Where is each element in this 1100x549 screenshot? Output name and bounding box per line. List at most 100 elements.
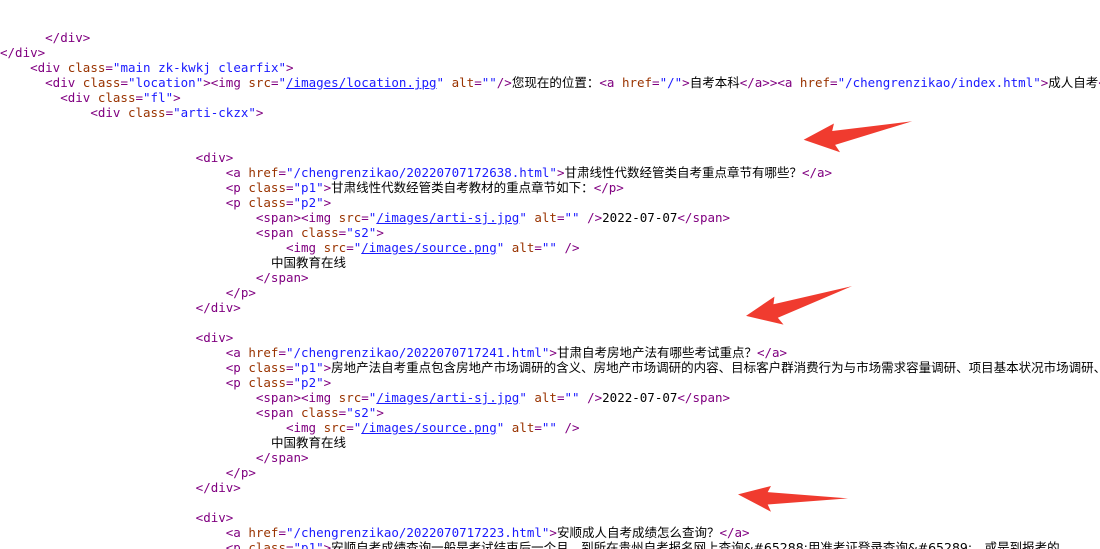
syntax-value: "" (541, 240, 557, 255)
code-line: <div> (0, 150, 1100, 165)
code-line: <div class="fl"> (0, 90, 1100, 105)
syntax-tag: <div> (195, 150, 234, 165)
syntax-value: "location" (127, 75, 204, 90)
syntax-value: "s2" (346, 405, 377, 420)
syntax-attribute: class (82, 75, 121, 90)
syntax-tag: </a> (739, 75, 770, 90)
code-line: <div class="arti-ckzx"> (0, 105, 1100, 120)
syntax-tag: </span> (677, 390, 731, 405)
syntax-equals: = (286, 360, 294, 375)
syntax-tag: <p (225, 375, 249, 390)
code-line: <p class="p1">甘肃线性代数经管类自考教材的重点章节如下：</p> (0, 180, 1100, 195)
syntax-attribute: href (621, 75, 653, 90)
syntax-text (557, 240, 565, 255)
syntax-equals: = (361, 390, 369, 405)
syntax-text: 成人自考 (1048, 75, 1099, 90)
code-line: </span> (0, 450, 1100, 465)
syntax-tag: /> (587, 210, 603, 225)
syntax-tag: > (376, 225, 384, 240)
syntax-tag: <div (90, 105, 128, 120)
code-line: <div class="main zk-kwkj clearfix"> (0, 60, 1100, 75)
syntax-equals: = (534, 420, 542, 435)
syntax-equals: = (286, 375, 294, 390)
source-link[interactable]: /images/source.png (361, 240, 496, 255)
syntax-attribute: src (338, 210, 362, 225)
code-line: <div> (0, 510, 1100, 525)
syntax-text: 中国教育在线 (270, 435, 346, 450)
syntax-tag: /> (587, 390, 603, 405)
syntax-value: "p1" (293, 540, 324, 549)
syntax-equals: = (278, 525, 286, 540)
syntax-text (504, 420, 512, 435)
syntax-tag: </span> (255, 450, 309, 465)
syntax-equals: = (286, 195, 294, 210)
syntax-equals: = (361, 210, 369, 225)
syntax-equals: = (135, 90, 144, 105)
syntax-attribute: class (248, 375, 286, 390)
syntax-equals: = (346, 240, 354, 255)
syntax-text: 房地产法自考重点包含房地产市场调研的含义、房地产市场调研的内容、目标客户群消费行… (331, 360, 1100, 375)
source-link[interactable]: /images/source.png (361, 420, 496, 435)
syntax-attribute: href (248, 525, 279, 540)
syntax-equals: = (830, 75, 838, 90)
syntax-value: "" (564, 390, 580, 405)
syntax-value: "" (541, 420, 557, 435)
syntax-attribute: src (323, 420, 347, 435)
syntax-text (504, 240, 512, 255)
code-line: <div class="location"><img src="/images/… (0, 75, 1100, 90)
code-line: <span class="s2"> (0, 225, 1100, 240)
syntax-equals: = (286, 180, 294, 195)
syntax-attribute: src (248, 75, 271, 90)
syntax-value: "p2" (293, 195, 324, 210)
syntax-value: "/chengrenzikao/20220707172638.html" (286, 165, 557, 180)
code-line: <a href="/chengrenzikao/2022070717223.ht… (0, 525, 1100, 540)
syntax-equals: = (105, 60, 113, 75)
source-link[interactable]: /images/arti-sj.jpg (376, 390, 519, 405)
syntax-tag: <div> (195, 330, 234, 345)
syntax-tag: </div> (0, 45, 46, 60)
syntax-value: "" (481, 75, 497, 90)
syntax-text: 2022-07-07 (602, 390, 678, 405)
syntax-equals: = (474, 75, 482, 90)
syntax-tag: <img (285, 420, 324, 435)
syntax-text: 甘肃自考房地产法有哪些考试重点？ (556, 345, 757, 360)
code-line: <p class="p2"> (0, 195, 1100, 210)
syntax-equals: = (652, 75, 660, 90)
syntax-attribute: class (97, 90, 136, 105)
syntax-attribute: class (248, 180, 286, 195)
syntax-attribute: class (248, 360, 286, 375)
syntax-tag: > (286, 60, 294, 75)
syntax-value: "s2" (346, 225, 377, 240)
syntax-tag: <p (225, 195, 249, 210)
syntax-attribute: class (67, 60, 106, 75)
code-line: </div> (0, 300, 1100, 315)
syntax-tag: </p> (225, 465, 256, 480)
syntax-equals: = (286, 540, 294, 549)
syntax-tag: /> (564, 420, 580, 435)
syntax-value: "/chengrenzikao/2022070717241.html" (286, 345, 550, 360)
source-link[interactable]: /images/location.jpg (286, 75, 437, 90)
syntax-attribute: src (323, 240, 347, 255)
syntax-attribute: href (248, 345, 279, 360)
syntax-tag: <p (225, 180, 249, 195)
source-link[interactable]: /images/arti-sj.jpg (376, 210, 519, 225)
view-source-pane[interactable]: </div> </div> <div class="main zk-kwkj cl… (0, 0, 1100, 549)
syntax-tag: /> (496, 75, 512, 90)
syntax-text: 甘肃线性代数经管类自考教材的重点章节如下： (331, 180, 594, 195)
syntax-value: "p2" (293, 375, 324, 390)
